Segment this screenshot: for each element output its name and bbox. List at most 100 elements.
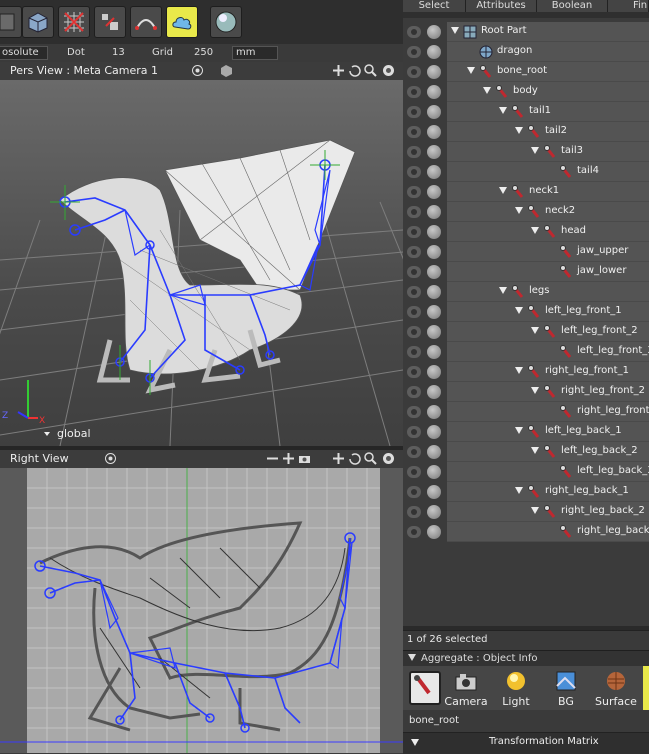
- lock-toggle-icon[interactable]: [427, 65, 441, 79]
- lock-toggle-icon[interactable]: [427, 345, 441, 359]
- rotate-icon[interactable]: [348, 64, 361, 77]
- right-view-title[interactable]: Right View: [10, 452, 69, 465]
- lock-toggle-icon[interactable]: [427, 285, 441, 299]
- expand-triangle-icon[interactable]: [515, 127, 523, 134]
- visibility-eye-icon[interactable]: [407, 326, 421, 338]
- lock-toggle-icon[interactable]: [427, 525, 441, 539]
- tree-row[interactable]: dragon: [403, 42, 649, 62]
- visibility-eye-icon[interactable]: [407, 486, 421, 498]
- tab-fin[interactable]: Fin: [608, 0, 649, 12]
- tree-row[interactable]: right_leg_back_1: [403, 482, 649, 502]
- camera-icon[interactable]: [298, 452, 311, 465]
- visibility-eye-icon[interactable]: [407, 146, 421, 158]
- lock-toggle-icon[interactable]: [427, 445, 441, 459]
- tree-row[interactable]: legs: [403, 282, 649, 302]
- tab-attributes[interactable]: Attributes: [466, 0, 537, 12]
- expand-triangle-icon[interactable]: [531, 147, 539, 154]
- lock-toggle-icon[interactable]: [427, 325, 441, 339]
- lock-toggle-icon[interactable]: [427, 425, 441, 439]
- tree-row[interactable]: jaw_lower: [403, 262, 649, 282]
- expand-triangle-icon[interactable]: [531, 227, 539, 234]
- visibility-eye-icon[interactable]: [407, 526, 421, 538]
- target-icon[interactable]: [104, 452, 117, 465]
- tree-row[interactable]: tail1: [403, 102, 649, 122]
- visibility-eye-icon[interactable]: [407, 386, 421, 398]
- lock-toggle-icon[interactable]: [427, 465, 441, 479]
- expand-triangle-icon[interactable]: [467, 67, 475, 74]
- tree-row[interactable]: right_leg_front_2: [403, 382, 649, 402]
- perspective-view-title[interactable]: Pers View : Meta Camera 1: [10, 64, 158, 77]
- tree-row[interactable]: jaw_upper: [403, 242, 649, 262]
- tree-row[interactable]: head: [403, 222, 649, 242]
- visibility-eye-icon[interactable]: [407, 246, 421, 258]
- tab-boolean[interactable]: Boolean: [537, 0, 608, 12]
- surface-button[interactable]: Surface: [593, 668, 639, 708]
- pan-icon[interactable]: [332, 452, 345, 465]
- tree-row[interactable]: left_leg_front_2: [403, 322, 649, 342]
- collapse-icon[interactable]: [408, 654, 416, 661]
- tree-row[interactable]: right_leg_front_1: [403, 362, 649, 382]
- visibility-eye-icon[interactable]: [407, 266, 421, 278]
- lock-toggle-icon[interactable]: [427, 105, 441, 119]
- expand-triangle-icon[interactable]: [515, 427, 523, 434]
- lock-toggle-icon[interactable]: [427, 25, 441, 39]
- lock-toggle-icon[interactable]: [427, 265, 441, 279]
- dot-value[interactable]: 13: [112, 47, 125, 58]
- tree-row[interactable]: left_leg_front_1: [403, 302, 649, 322]
- tree-row[interactable]: left_leg_back_3: [403, 462, 649, 482]
- visibility-eye-icon[interactable]: [407, 186, 421, 198]
- rotate-icon[interactable]: [348, 452, 361, 465]
- zoom-icon[interactable]: [364, 64, 377, 77]
- visibility-eye-icon[interactable]: [407, 86, 421, 98]
- object-name[interactable]: bone_root: [409, 715, 459, 726]
- expand-triangle-icon[interactable]: [531, 447, 539, 454]
- tree-row[interactable]: bone_root: [403, 62, 649, 82]
- lock-toggle-icon[interactable]: [427, 505, 441, 519]
- visibility-eye-icon[interactable]: [407, 506, 421, 518]
- target-icon[interactable]: [191, 64, 204, 77]
- visibility-eye-icon[interactable]: [407, 466, 421, 478]
- expand-triangle-icon[interactable]: [515, 307, 523, 314]
- view-settings-icon[interactable]: [382, 64, 395, 77]
- zoom-out-icon[interactable]: [266, 452, 279, 465]
- cloud-tool-button[interactable]: [166, 6, 198, 38]
- tree-row[interactable]: right_leg_front_3: [403, 402, 649, 422]
- lock-toggle-icon[interactable]: [427, 45, 441, 59]
- visibility-eye-icon[interactable]: [407, 406, 421, 418]
- visibility-eye-icon[interactable]: [407, 206, 421, 218]
- lock-toggle-icon[interactable]: [427, 145, 441, 159]
- lock-toggle-icon[interactable]: [427, 485, 441, 499]
- expand-triangle-icon[interactable]: [515, 207, 523, 214]
- tree-row[interactable]: body: [403, 82, 649, 102]
- tab-select[interactable]: Select: [403, 0, 466, 12]
- light-button[interactable]: Light: [493, 668, 539, 708]
- expand-triangle-icon[interactable]: [499, 187, 507, 194]
- scene-tree[interactable]: Root Part dragon bone_root body tail1 tail2 ta…: [403, 18, 649, 626]
- expand-triangle-icon[interactable]: [499, 107, 507, 114]
- transform-tool-button[interactable]: [94, 6, 126, 38]
- unit-select[interactable]: mm: [232, 46, 278, 60]
- view-settings-icon[interactable]: [382, 452, 395, 465]
- lock-toggle-icon[interactable]: [427, 305, 441, 319]
- expand-triangle-icon[interactable]: [531, 327, 539, 334]
- visibility-eye-icon[interactable]: [407, 346, 421, 358]
- coord-system-label[interactable]: global: [57, 427, 91, 440]
- coord-dropdown-icon[interactable]: [44, 432, 50, 436]
- lock-toggle-icon[interactable]: [427, 85, 441, 99]
- camera-button[interactable]: Camera: [443, 668, 489, 708]
- visibility-eye-icon[interactable]: [407, 66, 421, 78]
- zoom-icon[interactable]: [364, 452, 377, 465]
- lock-toggle-icon[interactable]: [427, 245, 441, 259]
- object-info-button[interactable]: [409, 671, 441, 705]
- visibility-eye-icon[interactable]: [407, 106, 421, 118]
- lock-toggle-icon[interactable]: [427, 125, 441, 139]
- visibility-eye-icon[interactable]: [407, 226, 421, 238]
- visibility-eye-icon[interactable]: [407, 166, 421, 178]
- tree-row[interactable]: Root Part: [403, 22, 649, 42]
- zoom-in-icon[interactable]: [282, 452, 295, 465]
- visibility-eye-icon[interactable]: [407, 46, 421, 58]
- visibility-eye-icon[interactable]: [407, 306, 421, 318]
- curve-tool-button[interactable]: [130, 6, 162, 38]
- lock-toggle-icon[interactable]: [427, 385, 441, 399]
- cube-view-icon[interactable]: [220, 64, 233, 77]
